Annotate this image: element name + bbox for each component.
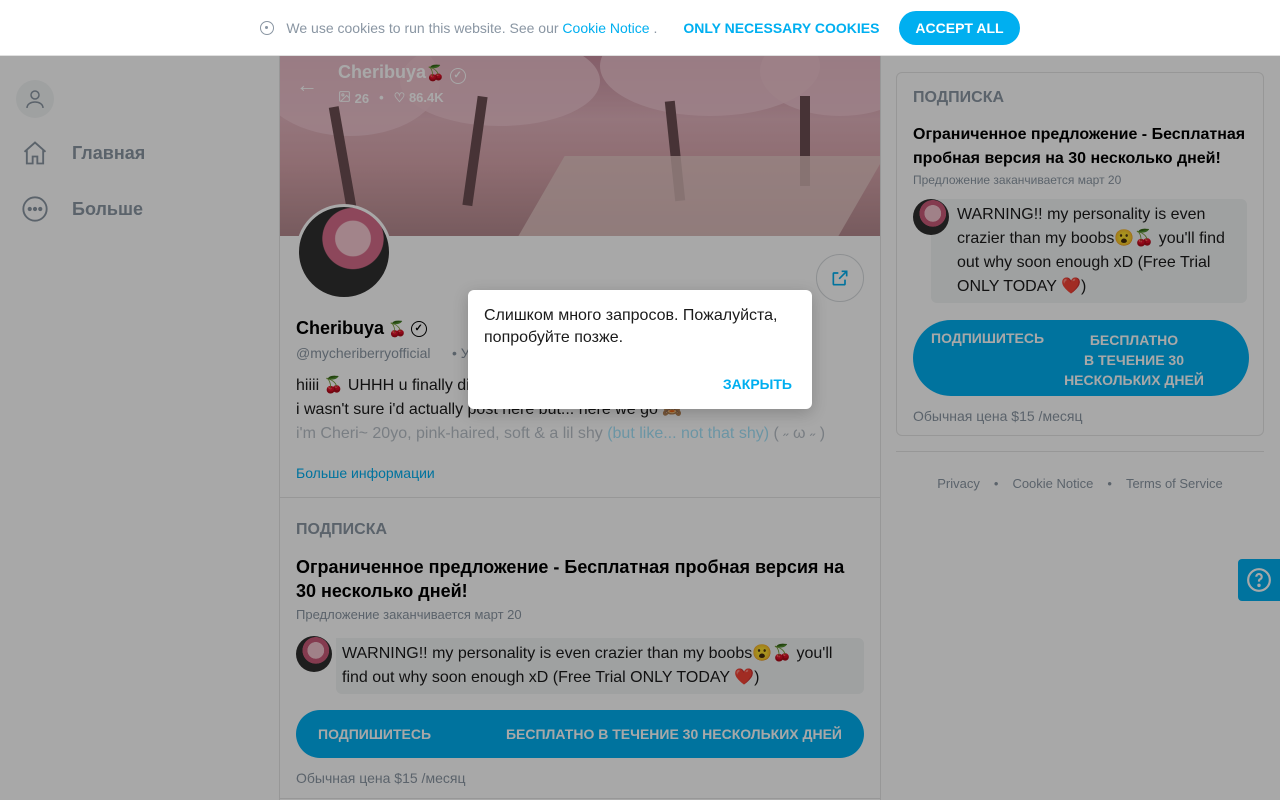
only-necessary-cookies-button[interactable]: ONLY NECESSARY COOKIES — [683, 20, 879, 36]
cookie-banner: We use cookies to run this website. See … — [0, 0, 1280, 56]
cookie-icon — [260, 20, 275, 35]
error-message: Слишком много запросов. Пожалуйста, попр… — [484, 307, 778, 346]
accept-all-cookies-button[interactable]: ACCEPT ALL — [899, 10, 1020, 45]
cookie-notice-link[interactable]: Cookie Notice — [562, 20, 649, 36]
error-dialog: Слишком много запросов. Пожалуйста, попр… — [468, 290, 812, 409]
cookie-text-label: We use cookies to run this website. See … — [286, 19, 559, 36]
close-dialog-button[interactable]: ЗАКРЫТЬ — [723, 376, 792, 392]
cookie-period: . — [653, 19, 658, 36]
cookie-text: We use cookies to run this website. See … — [286, 20, 657, 36]
